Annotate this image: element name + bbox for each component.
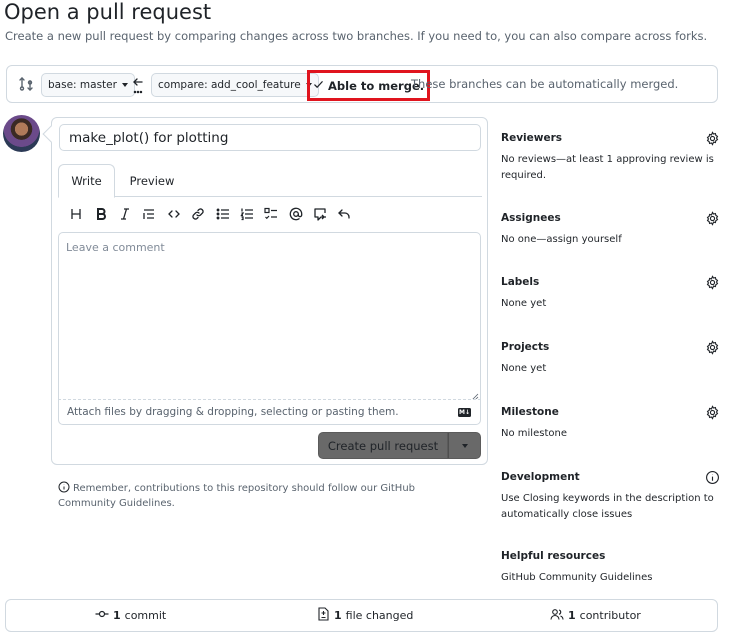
link-icon[interactable] — [186, 205, 210, 223]
check-icon — [313, 79, 324, 93]
development-title: Development — [501, 471, 580, 483]
create-options-dropdown[interactable] — [448, 432, 481, 459]
commits-count: 1 — [113, 609, 121, 622]
helpful-resources-title: Helpful resources — [501, 550, 606, 562]
code-icon[interactable] — [162, 205, 186, 223]
pull-request-stats-bar: 1 commit 1 file changed 1 contributor — [5, 599, 718, 632]
chevron-down-icon — [121, 83, 128, 87]
files-label: file changed — [345, 609, 414, 622]
gear-icon[interactable] — [705, 131, 720, 146]
mention-icon[interactable] — [284, 205, 308, 223]
file-attachment-bar[interactable]: Attach files by dragging & dropping, sel… — [58, 399, 481, 425]
milestone-title: Milestone — [501, 406, 559, 418]
info-icon — [58, 481, 70, 493]
gear-icon[interactable] — [705, 275, 720, 290]
projects-section: Projects None yet — [501, 340, 721, 377]
contributors-stat[interactable]: 1 contributor — [550, 600, 641, 631]
undo-icon[interactable] — [332, 205, 356, 223]
labels-title: Labels — [501, 276, 540, 288]
bold-icon[interactable] — [88, 205, 112, 223]
remember-text: Remember, contributions to this reposito… — [58, 483, 416, 509]
community-guidelines-note: Remember, contributions to this reposito… — [58, 481, 448, 511]
tab-write[interactable]: Write — [58, 164, 115, 198]
reviewers-text: No reviews—at least 1 approving review i… — [501, 154, 714, 181]
pull-request-title-input[interactable] — [59, 124, 481, 151]
milestone-text: No milestone — [501, 428, 567, 439]
people-icon — [550, 607, 564, 624]
italic-icon[interactable] — [113, 205, 137, 223]
compare-branch-label: compare: add_cool_feature — [158, 79, 301, 91]
reference-icon[interactable] — [308, 205, 332, 223]
projects-text: None yet — [501, 363, 547, 374]
compare-branch-select[interactable]: compare: add_cool_feature — [151, 73, 319, 97]
arrow-left-icon — [131, 74, 145, 96]
markdown-icon[interactable]: M↓ — [458, 408, 471, 417]
contributors-label: contributor — [579, 609, 641, 622]
page-title: Open a pull request — [4, 0, 212, 24]
development-section: Development Use Closing keywords in the … — [501, 471, 721, 522]
merge-status-text: Able to merge. — [328, 78, 425, 93]
file-diff-icon — [316, 607, 330, 624]
assignees-title: Assignees — [501, 212, 561, 224]
create-pull-request-group: Create pull request — [318, 432, 481, 459]
chevron-down-icon — [461, 443, 468, 448]
helpful-resources-section: Helpful resources GitHub Community Guide… — [501, 550, 721, 586]
heading-icon[interactable] — [64, 205, 88, 223]
projects-title: Projects — [501, 341, 550, 353]
assignees-section: Assignees No one—assign yourself — [501, 211, 721, 248]
reviewers-section: Reviewers No reviews—at least 1 approvin… — [501, 131, 721, 183]
resize-handle-icon[interactable] — [471, 390, 479, 401]
unordered-list-icon[interactable] — [210, 205, 234, 223]
git-compare-icon — [18, 76, 34, 92]
comment-textarea[interactable] — [58, 232, 481, 400]
commits-stat[interactable]: 1 commit — [95, 600, 166, 631]
base-branch-label: base: master — [48, 79, 117, 91]
gear-icon[interactable] — [705, 405, 720, 420]
info-icon[interactable] — [705, 470, 720, 485]
compare-bar: base: master compare: add_cool_feature A… — [6, 65, 718, 103]
markdown-toolbar — [64, 205, 357, 223]
quote-icon[interactable] — [137, 205, 161, 223]
task-list-icon[interactable] — [259, 205, 283, 223]
ordered-list-icon[interactable] — [235, 205, 259, 223]
community-guidelines-link[interactable]: GitHub Community Guidelines — [501, 570, 721, 586]
gear-icon[interactable] — [705, 340, 720, 355]
assignees-text[interactable]: No one—assign yourself — [501, 232, 721, 248]
milestone-section: Milestone No milestone — [501, 405, 721, 442]
labels-text: None yet — [501, 298, 547, 309]
files-count: 1 — [334, 609, 342, 622]
git-commit-icon — [95, 607, 109, 624]
labels-section: Labels None yet — [501, 275, 721, 312]
contributors-count: 1 — [568, 609, 576, 622]
create-pull-request-button[interactable]: Create pull request — [318, 432, 448, 459]
base-branch-select[interactable]: base: master — [41, 73, 135, 97]
page-subtitle: Create a new pull request by comparing c… — [5, 29, 708, 43]
commits-label: commit — [124, 609, 167, 622]
avatar — [3, 115, 40, 152]
editor-tabs: Write Preview — [58, 164, 482, 198]
merge-detail-text: These branches can be automatically merg… — [411, 77, 679, 91]
gear-icon[interactable] — [705, 211, 720, 226]
tab-preview[interactable]: Preview — [121, 164, 183, 197]
files-changed-stat[interactable]: 1 file changed — [316, 600, 413, 631]
reviewers-title: Reviewers — [501, 132, 563, 144]
attach-files-text: Attach files by dragging & dropping, sel… — [67, 406, 399, 418]
development-text: Use Closing keywords in the description … — [501, 493, 714, 520]
